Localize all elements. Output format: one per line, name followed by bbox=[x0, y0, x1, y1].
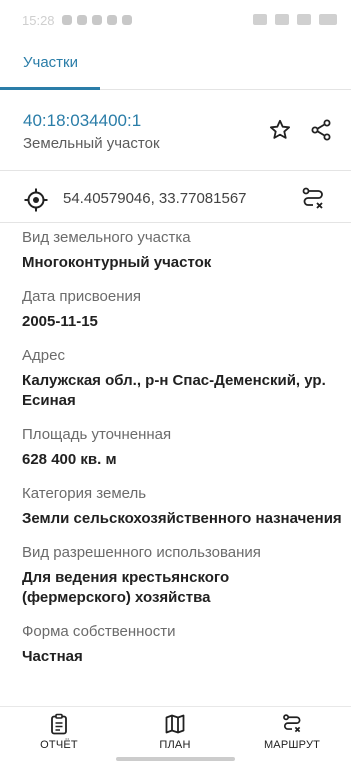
property-land-category: Категория земель Земли сельскохозяйствен… bbox=[22, 484, 342, 529]
battery-icon bbox=[319, 14, 337, 25]
divider bbox=[0, 170, 351, 171]
share-button[interactable] bbox=[306, 115, 336, 145]
nav-route-label: МАРШРУТ bbox=[263, 739, 321, 751]
property-label: Дата присвоения bbox=[22, 288, 141, 305]
property-label: Площадь уточненная bbox=[22, 426, 172, 443]
tab-parcels[interactable]: Участки bbox=[23, 54, 78, 71]
signal-icon bbox=[275, 14, 289, 25]
coordinates-text[interactable]: 54.40579046, 33.77081567 bbox=[63, 190, 247, 207]
crosshair-icon bbox=[24, 188, 48, 212]
status-bar: 15:28 bbox=[0, 0, 351, 40]
coordinates-row: 54.40579046, 33.77081567 bbox=[0, 178, 351, 220]
tab-indicator bbox=[0, 87, 100, 90]
telegram-icon bbox=[77, 15, 87, 25]
property-value: 628 400 кв. м bbox=[22, 451, 117, 468]
property-land-type: Вид земельного участка Многоконтурный уч… bbox=[22, 228, 342, 273]
locate-button[interactable] bbox=[23, 187, 49, 218]
route-button[interactable] bbox=[298, 184, 328, 214]
share-icon bbox=[311, 119, 331, 141]
wifi-icon bbox=[253, 14, 267, 25]
property-label: Вид разрешенного использования bbox=[22, 544, 261, 561]
route-icon bbox=[283, 714, 301, 733]
property-value: Калужская обл., р-н Спас-Деменский, ур. … bbox=[22, 372, 326, 409]
nav-report-button[interactable]: ОТЧЁТ bbox=[19, 713, 99, 751]
nav-plan-label: ПЛАН bbox=[159, 739, 191, 751]
object-type: Земельный участок bbox=[23, 135, 160, 152]
property-label: Форма собственности bbox=[22, 623, 176, 640]
property-value: Земли сельскохозяйственного назначения bbox=[22, 510, 342, 527]
property-assignment-date: Дата присвоения 2005-11-15 bbox=[22, 287, 342, 332]
property-value: Частная bbox=[22, 648, 83, 665]
notification-icons bbox=[62, 15, 132, 25]
property-label: Категория земель bbox=[22, 485, 147, 502]
property-value: Для ведения крестьянского (фермерского) … bbox=[22, 569, 230, 606]
parcel-header: 40:18:034400:1 Земельный участок bbox=[0, 100, 351, 168]
favorite-button[interactable] bbox=[265, 115, 295, 145]
property-label: Вид земельного участка bbox=[22, 229, 191, 246]
property-permitted-use: Вид разрешенного использования Для веден… bbox=[22, 543, 342, 608]
route-icon bbox=[302, 187, 323, 209]
cadastral-number[interactable]: 40:18:034400:1 bbox=[23, 111, 141, 131]
map-icon bbox=[165, 714, 185, 734]
signal-icon bbox=[297, 14, 311, 25]
tab-bar: Участки bbox=[0, 40, 351, 90]
telegram-icon bbox=[62, 15, 72, 25]
system-icons bbox=[253, 14, 337, 25]
nav-plan-button[interactable]: ПЛАН bbox=[135, 713, 215, 751]
divider bbox=[0, 222, 351, 223]
status-time: 15:28 bbox=[22, 13, 55, 28]
property-label: Адрес bbox=[22, 347, 65, 364]
nav-route-button[interactable]: МАРШРУТ bbox=[252, 713, 332, 751]
nav-report-label: ОТЧЁТ bbox=[40, 739, 78, 751]
telegram-icon bbox=[107, 15, 117, 25]
properties-list: Вид земельного участка Многоконтурный уч… bbox=[22, 228, 342, 681]
star-icon bbox=[270, 119, 290, 139]
property-address: Адрес Калужская обл., р-н Спас-Деменский… bbox=[22, 346, 342, 411]
property-area: Площадь уточненная 628 400 кв. м bbox=[22, 425, 342, 470]
app-icon bbox=[122, 15, 132, 25]
home-indicator[interactable] bbox=[116, 757, 235, 761]
property-value: Многоконтурный участок bbox=[22, 254, 212, 271]
app-icon bbox=[92, 15, 102, 25]
property-ownership: Форма собственности Частная bbox=[22, 622, 342, 667]
property-value: 2005-11-15 bbox=[22, 313, 98, 330]
clipboard-icon bbox=[51, 713, 67, 735]
